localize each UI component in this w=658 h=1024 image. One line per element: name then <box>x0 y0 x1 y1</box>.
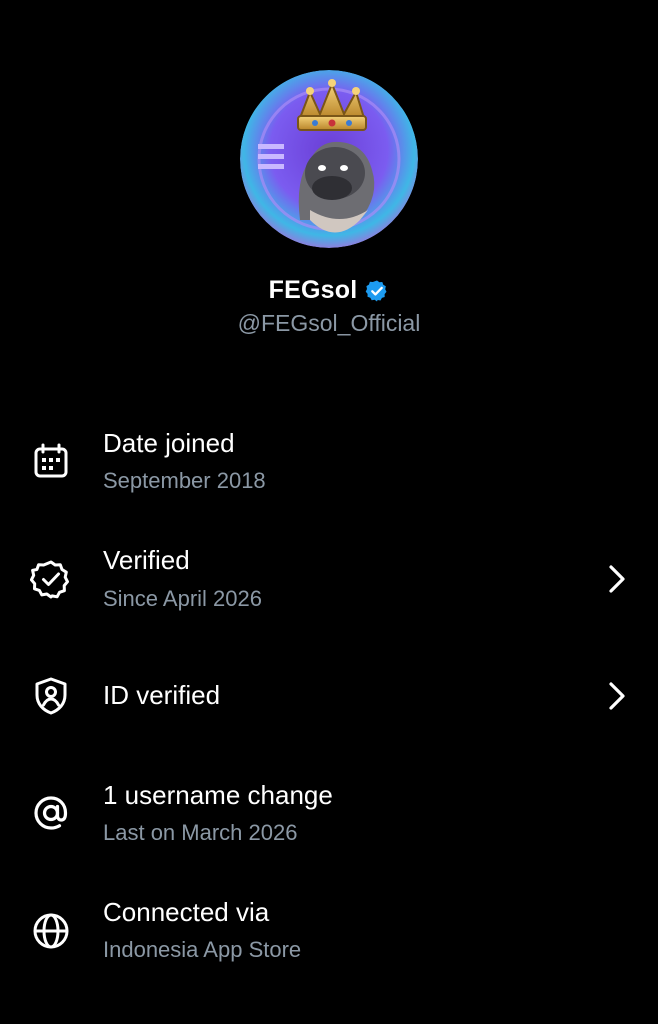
row-title: 1 username change <box>103 780 333 810</box>
id-shield-icon <box>30 675 72 717</box>
avatar[interactable] <box>240 70 418 248</box>
row-subtitle: Indonesia App Store <box>103 937 302 962</box>
at-sign-icon <box>30 792 72 834</box>
info-row-username-change: 1 username change Last on March 2026 <box>0 772 658 862</box>
row-title: Date joined <box>103 428 235 458</box>
info-row-verified[interactable]: Verified Since April 2026 <box>0 537 658 627</box>
name-row: FEGsol <box>0 276 658 305</box>
row-subtitle: Last on March 2026 <box>103 820 298 845</box>
crowned-gorilla-logo <box>240 70 418 248</box>
chevron-right-icon[interactable] <box>598 561 634 597</box>
info-row-date-joined: Date joined September 2018 <box>0 420 658 510</box>
display-name: FEGsol <box>268 276 358 304</box>
handle: @FEGsol_Official <box>237 310 421 336</box>
row-title: Verified <box>103 545 190 575</box>
verified-badge-icon[interactable] <box>365 279 389 303</box>
profile-header: FEGsol @FEGsol_Official <box>0 0 658 360</box>
row-title: ID verified <box>103 680 221 710</box>
row-subtitle: September 2018 <box>103 468 266 493</box>
globe-icon <box>30 910 72 952</box>
info-row-id-verified[interactable]: ID verified <box>0 651 658 741</box>
row-subtitle: Since April 2026 <box>103 586 262 611</box>
row-title: Connected via <box>103 897 270 927</box>
verified-check-icon <box>30 558 72 600</box>
calendar-icon <box>30 440 72 482</box>
chevron-right-icon[interactable] <box>598 678 634 714</box>
info-row-connected-via: Connected via Indonesia App Store <box>0 889 658 979</box>
